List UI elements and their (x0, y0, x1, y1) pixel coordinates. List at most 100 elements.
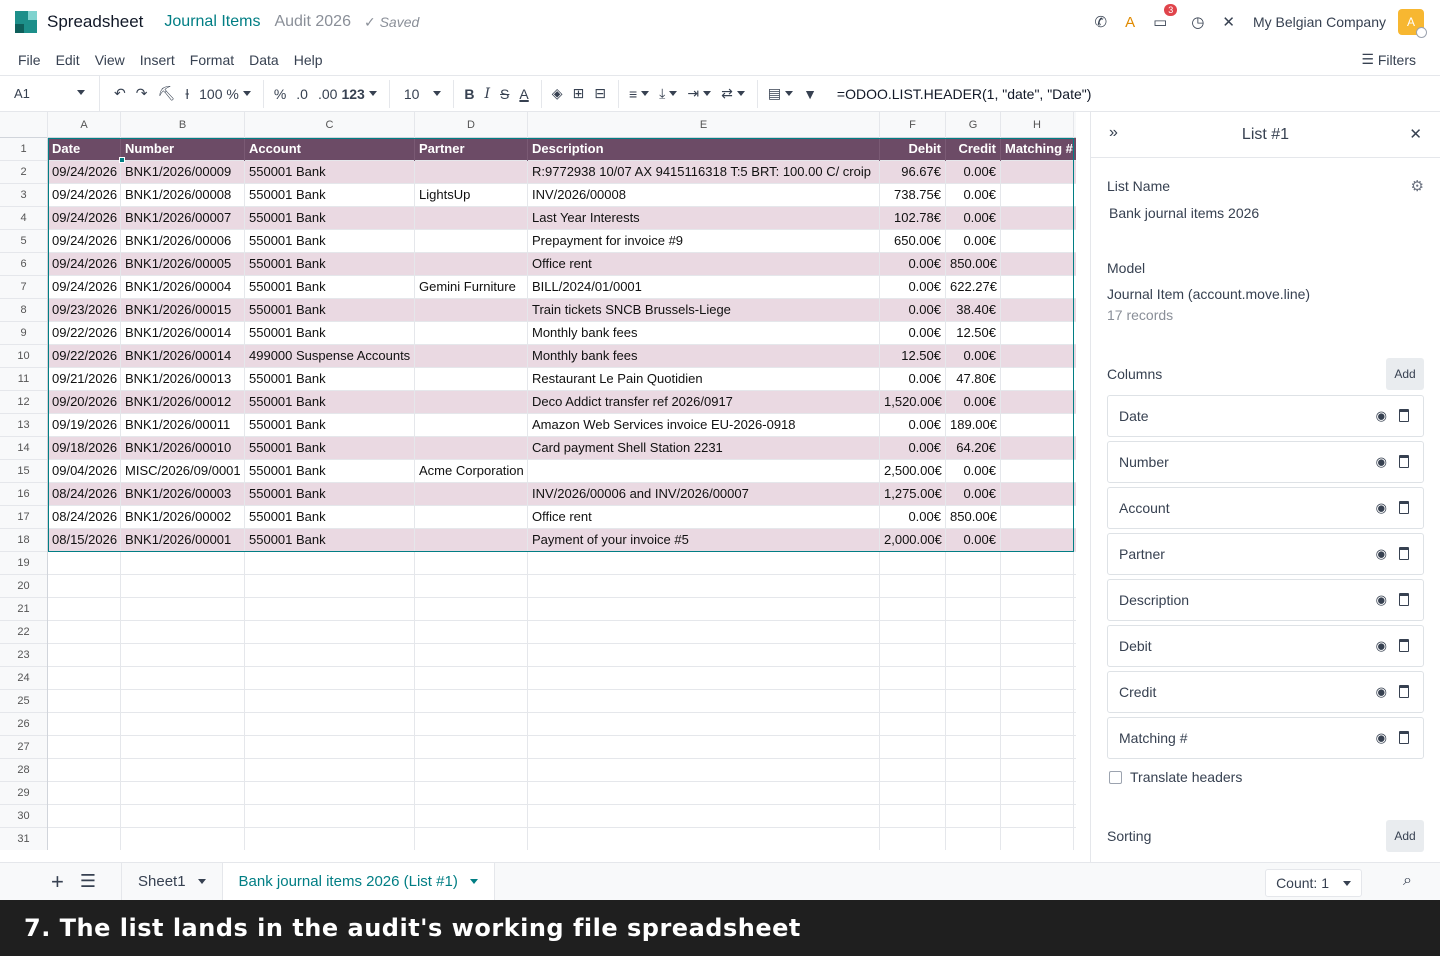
find-replace-icon[interactable]: ⌕ (1403, 872, 1412, 890)
grid-cell[interactable] (245, 782, 415, 805)
grid-cell[interactable]: 0.00€ (946, 529, 1001, 552)
grid-cell[interactable] (121, 644, 245, 667)
grid-cell[interactable]: Debit (880, 138, 946, 161)
number-format-select[interactable]: 123 (341, 86, 377, 102)
grid-cell[interactable]: 0.00€ (946, 345, 1001, 368)
row-header[interactable]: 14 (0, 437, 47, 460)
grid-cell[interactable] (946, 782, 1001, 805)
column-header-f[interactable]: F (880, 112, 946, 138)
row-header[interactable]: 24 (0, 667, 47, 690)
grid-cell[interactable] (528, 782, 880, 805)
grid-cell[interactable] (880, 759, 946, 782)
grid-cell[interactable] (528, 598, 880, 621)
grid-cell[interactable]: Amazon Web Services invoice EU-2026-0918 (528, 414, 880, 437)
grid-cell[interactable]: 0.00€ (880, 368, 946, 391)
grid-cell[interactable] (1001, 805, 1074, 828)
menu-insert[interactable]: Insert (140, 52, 175, 68)
grid-cell[interactable] (415, 437, 528, 460)
grid-cell[interactable]: BNK1/2026/00010 (121, 437, 245, 460)
horizontal-align-icon[interactable]: ≡ (629, 86, 650, 102)
grid-cell[interactable] (415, 230, 528, 253)
row-header[interactable]: 30 (0, 805, 47, 828)
row-header[interactable]: 29 (0, 782, 47, 805)
percent-format-button[interactable]: % (274, 86, 286, 102)
grid-cell[interactable]: 09/22/2026 (48, 345, 121, 368)
grid-cell[interactable]: INV/2026/00006 and INV/2026/00007 (528, 483, 880, 506)
grid-cell[interactable] (946, 621, 1001, 644)
grid-cell[interactable]: BNK1/2026/00012 (121, 391, 245, 414)
grid-cell[interactable]: BNK1/2026/00001 (121, 529, 245, 552)
grid-cell[interactable] (48, 713, 121, 736)
grid-cell[interactable]: Office rent (528, 253, 880, 276)
row-header[interactable]: 7 (0, 276, 47, 299)
row-header[interactable]: 3 (0, 184, 47, 207)
grid-cell[interactable] (48, 759, 121, 782)
row-header[interactable]: 2 (0, 161, 47, 184)
grid-cell[interactable] (1001, 184, 1074, 207)
wrap-text-icon[interactable]: ⇥ (687, 85, 712, 102)
grid-cell[interactable] (946, 667, 1001, 690)
tools-icon[interactable]: ✕ (1222, 13, 1235, 31)
grid-cell[interactable]: 550001 Bank (245, 437, 415, 460)
grid-cell[interactable]: 0.00€ (880, 322, 946, 345)
grid-cell[interactable]: 550001 Bank (245, 230, 415, 253)
grid-cell[interactable]: Monthly bank fees (528, 345, 880, 368)
column-item[interactable]: Description ◉ (1107, 579, 1424, 621)
grid-cell[interactable] (946, 644, 1001, 667)
grid-cell[interactable] (528, 575, 880, 598)
grid-cell[interactable] (528, 552, 880, 575)
eye-icon[interactable]: ◉ (1376, 546, 1387, 562)
row-header[interactable]: 27 (0, 736, 47, 759)
row-header[interactable]: 6 (0, 253, 47, 276)
grid-cell[interactable] (48, 621, 121, 644)
grid-cell[interactable] (528, 621, 880, 644)
add-column-button[interactable]: Add (1386, 358, 1424, 390)
row-header[interactable]: 10 (0, 345, 47, 368)
grid-cell[interactable] (1001, 253, 1074, 276)
grid-cell[interactable]: 550001 Bank (245, 483, 415, 506)
grid-cell[interactable] (1001, 598, 1074, 621)
undo-icon[interactable]: ↶ (114, 85, 126, 102)
zoom-select[interactable]: 100 % (199, 86, 251, 102)
column-item[interactable]: Matching # ◉ (1107, 717, 1424, 759)
grid-cell[interactable]: Deco Addict transfer ref 2026/0917 (528, 391, 880, 414)
eye-icon[interactable]: ◉ (1376, 730, 1387, 746)
grid-cell[interactable]: 09/24/2026 (48, 230, 121, 253)
grid-cell[interactable]: Number (121, 138, 245, 161)
row-header[interactable]: 25 (0, 690, 47, 713)
grid-cell[interactable]: BNK1/2026/00002 (121, 506, 245, 529)
grid-cell[interactable] (1001, 506, 1074, 529)
grid-cell[interactable]: 550001 Bank (245, 414, 415, 437)
grid-cell[interactable] (1001, 322, 1074, 345)
grid-cell[interactable]: 0.00€ (880, 276, 946, 299)
grid-cell[interactable] (48, 736, 121, 759)
grid-cell[interactable] (415, 805, 528, 828)
grid-cell[interactable]: 64.20€ (946, 437, 1001, 460)
translate-headers-checkbox[interactable] (1109, 771, 1122, 784)
eye-icon[interactable]: ◉ (1376, 684, 1387, 700)
grid-cell[interactable] (48, 575, 121, 598)
grid-cell[interactable] (121, 621, 245, 644)
grid-cell[interactable]: BNK1/2026/00009 (121, 161, 245, 184)
grid-cell[interactable]: BNK1/2026/00011 (121, 414, 245, 437)
merge-cells-icon[interactable]: ⊟ (594, 85, 606, 102)
grid-cell[interactable] (946, 805, 1001, 828)
grid-cell[interactable]: 0.00€ (946, 161, 1001, 184)
grid-cell[interactable]: 09/23/2026 (48, 299, 121, 322)
column-header-b[interactable]: B (121, 112, 245, 138)
grid-cell[interactable]: 0.00€ (946, 184, 1001, 207)
grid-cell[interactable] (121, 828, 245, 850)
grid-cell[interactable]: INV/2026/00008 (528, 184, 880, 207)
grid-cell[interactable]: 550001 Bank (245, 368, 415, 391)
grid-cell[interactable] (121, 759, 245, 782)
grid-cell[interactable] (880, 598, 946, 621)
grid-cell[interactable] (245, 736, 415, 759)
grid-cell[interactable] (245, 759, 415, 782)
grid-cell[interactable] (121, 552, 245, 575)
row-header[interactable]: 31 (0, 828, 47, 850)
grid-cell[interactable] (415, 414, 528, 437)
grid-cell[interactable] (1001, 460, 1074, 483)
column-item[interactable]: Date ◉ (1107, 395, 1424, 437)
grid-cell[interactable]: 12.50€ (946, 322, 1001, 345)
breadcrumb-journal-items[interactable]: Journal Items (164, 13, 260, 31)
